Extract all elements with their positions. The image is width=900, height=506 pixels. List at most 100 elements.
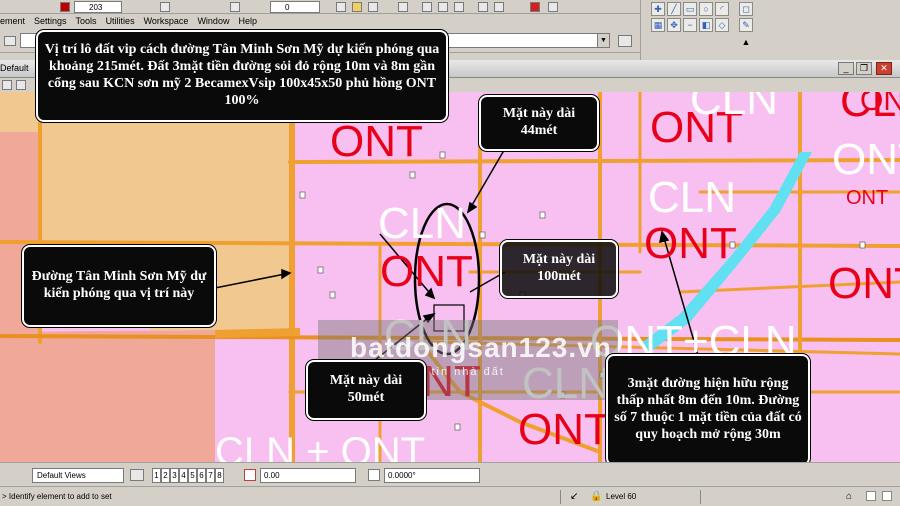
element-icon[interactable]: [230, 2, 240, 12]
saved-views-combo[interactable]: Default Views: [32, 468, 124, 483]
angle-field[interactable]: 0.0000°: [384, 468, 480, 483]
view-attributes-icon[interactable]: [2, 80, 12, 90]
menu-workspace[interactable]: Workspace: [144, 14, 189, 29]
zone-label: CLN: [690, 92, 779, 124]
pointer-tool-icon[interactable]: ▲: [739, 36, 753, 50]
view-8-button[interactable]: 8: [215, 468, 224, 483]
status-bar: > Identify element to add to set ↙ 🔒 Lev…: [0, 486, 900, 506]
callout-side-44m: Mặt này dài 44mét: [479, 95, 599, 151]
close-icon[interactable]: ✕: [876, 62, 892, 75]
view-1-button[interactable]: 1: [152, 468, 161, 483]
color-swatch-icon[interactable]: [60, 2, 70, 12]
view-3-button[interactable]: 3: [170, 468, 179, 483]
rectangle-tool-icon[interactable]: ▭: [683, 2, 697, 16]
view-title: Default: [0, 63, 29, 73]
delete-tool-icon[interactable]: ✎: [739, 18, 753, 32]
line-weight-icon[interactable]: [160, 2, 170, 12]
render-icon[interactable]: [530, 2, 540, 12]
copy-icon[interactable]: [438, 2, 448, 12]
arc-tool-icon[interactable]: ◜: [715, 2, 729, 16]
drawing-toolbox: ✚ ╱ ▭ ○ ◜ ◻ ▦ ✥ − ◧ ◇ ✎ ▲: [640, 0, 900, 60]
view-6-button[interactable]: 6: [197, 468, 206, 483]
restore-icon[interactable]: ❐: [856, 62, 872, 75]
display-icon[interactable]: [882, 491, 892, 501]
home-icon[interactable]: ⌂: [846, 491, 852, 502]
select-tool-icon[interactable]: ✚: [651, 2, 665, 16]
zone-label: ONT: [846, 187, 889, 209]
locate-icon[interactable]: [618, 35, 632, 47]
open-folder-icon[interactable]: [352, 2, 362, 12]
minimize-icon[interactable]: _: [838, 62, 854, 75]
style-combo[interactable]: 0: [270, 1, 320, 13]
callout-text: 3mặt đường hiện hữu rộng thấp nhất 8m đế…: [614, 376, 802, 442]
attribute-icon[interactable]: [4, 36, 16, 46]
print-icon[interactable]: [398, 2, 408, 12]
help-icon[interactable]: [548, 2, 558, 12]
color-combo-value: 203: [89, 3, 103, 12]
cut-icon[interactable]: [422, 2, 432, 12]
lock-icon[interactable]: 🔒: [590, 491, 602, 502]
menu-utilities[interactable]: Utilities: [106, 14, 135, 29]
callout-side-100m: Mặt này dài 100mét: [500, 240, 618, 298]
style-combo-value: 0: [285, 3, 290, 12]
zone-label: ONT: [330, 117, 423, 166]
angle-value: 0.0000°: [388, 471, 416, 480]
status-message: > Identify element to add to set: [2, 492, 112, 501]
distance-icon: [244, 469, 256, 481]
circle-tool-icon[interactable]: ○: [699, 2, 713, 16]
callout-text: Đường Tân Minh Sơn Mỹ dự kiến phóng qua …: [31, 269, 207, 301]
minus-tool-icon[interactable]: −: [683, 18, 697, 32]
menu-settings[interactable]: Settings: [34, 14, 67, 29]
callout-text: Mặt này dài 100mét: [522, 252, 596, 284]
paste-icon[interactable]: [454, 2, 464, 12]
distance-field[interactable]: 0.00: [260, 468, 356, 483]
callout-side-50m: Mặt này dài 50mét: [306, 360, 426, 420]
zone-label: ONT: [832, 135, 900, 184]
saved-views-value: Default Views: [37, 471, 86, 480]
view-tools: [0, 78, 34, 92]
redo-icon[interactable]: [494, 2, 504, 12]
zone-label: ONT: [828, 259, 900, 308]
status-separator: [700, 490, 701, 504]
save-icon[interactable]: [368, 2, 378, 12]
view-groups-icon[interactable]: [130, 469, 144, 481]
active-level: Level 60: [606, 492, 637, 501]
callout-text: Mặt này dài 50mét: [329, 373, 403, 405]
view-5-button[interactable]: 5: [188, 468, 197, 483]
view-4-button[interactable]: 4: [179, 468, 188, 483]
undo-icon[interactable]: [478, 2, 488, 12]
color-combo[interactable]: 203: [74, 1, 122, 13]
chevron-down-icon[interactable]: ▼: [597, 34, 609, 47]
pointer-icon[interactable]: [6, 469, 18, 481]
callout-text: Mặt này dài 44mét: [502, 106, 576, 138]
view-control-bar: Default Views 1 2 3 4 5 6 7 8 0.00 0.000…: [0, 462, 900, 486]
top-toolbar: 203 0: [0, 0, 640, 14]
menu-help[interactable]: Help: [238, 14, 257, 29]
menu-tools[interactable]: Tools: [76, 14, 97, 29]
snap-icon[interactable]: ↙: [570, 491, 578, 502]
status-separator: [560, 490, 561, 504]
callout-existing-roads: 3mặt đường hiện hữu rộng thấp nhất 8m đế…: [606, 354, 810, 466]
menu-element[interactable]: ement: [0, 14, 25, 29]
view-2-button[interactable]: 2: [161, 468, 170, 483]
zone-label: ONT: [860, 92, 900, 117]
menu-bar: ement Settings Tools Utilities Workspace…: [0, 14, 640, 29]
zone-label: CLN + ONT: [215, 430, 426, 462]
grid-tool-icon[interactable]: ▦: [651, 18, 665, 32]
copy-tool-icon[interactable]: ◧: [699, 18, 713, 32]
zone-label: CLN: [378, 199, 467, 248]
move-tool-icon[interactable]: ✥: [667, 18, 681, 32]
zone-label: CLN: [648, 173, 737, 222]
line-tool-icon[interactable]: ╱: [667, 2, 681, 16]
message-icon[interactable]: [866, 491, 876, 501]
modify-tool-icon[interactable]: ◇: [715, 18, 729, 32]
callout-planned-road: Đường Tân Minh Sơn Mỹ dự kiến phóng qua …: [22, 245, 216, 327]
fence-tool-icon[interactable]: ◻: [739, 2, 753, 16]
distance-value: 0.00: [264, 471, 280, 480]
view-7-button[interactable]: 7: [206, 468, 215, 483]
zone-label: ONT: [644, 219, 737, 268]
menu-window[interactable]: Window: [197, 14, 229, 29]
view-dropdown-icon[interactable]: [16, 80, 26, 90]
callout-text: Vị trí lô đất vip cách đường Tân Minh Sơ…: [44, 42, 440, 108]
new-file-icon[interactable]: [336, 2, 346, 12]
